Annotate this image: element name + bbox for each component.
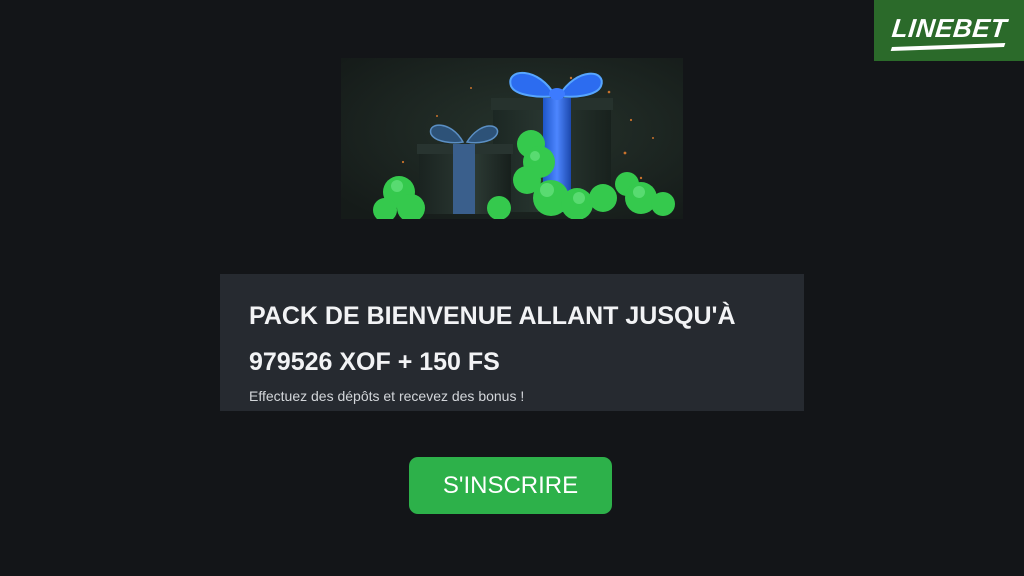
signup-button[interactable]: S'INSCRIRE: [409, 457, 612, 514]
welcome-bonus-card: PACK DE BIENVENUE ALLANT JUSQU'À 979526 …: [220, 274, 804, 411]
promo-screen: LINEBET PACK DE BIENVENUE ALLANT JUSQU'À…: [0, 0, 1024, 576]
promo-title-line2: 979526 XOF + 150 FS: [249, 348, 500, 376]
gift-boxes-icon: [341, 58, 683, 219]
logo-text: LINEBET: [890, 13, 1008, 43]
linebet-logo: LINEBET: [874, 0, 1024, 61]
promo-title-line1: PACK DE BIENVENUE ALLANT JUSQU'À: [249, 302, 736, 330]
promo-subtitle: Effectuez des dépôts et recevez des bonu…: [249, 388, 525, 404]
promo-title: PACK DE BIENVENUE ALLANT JUSQU'À 979526 …: [249, 293, 789, 385]
logo-underline: [890, 43, 1006, 51]
